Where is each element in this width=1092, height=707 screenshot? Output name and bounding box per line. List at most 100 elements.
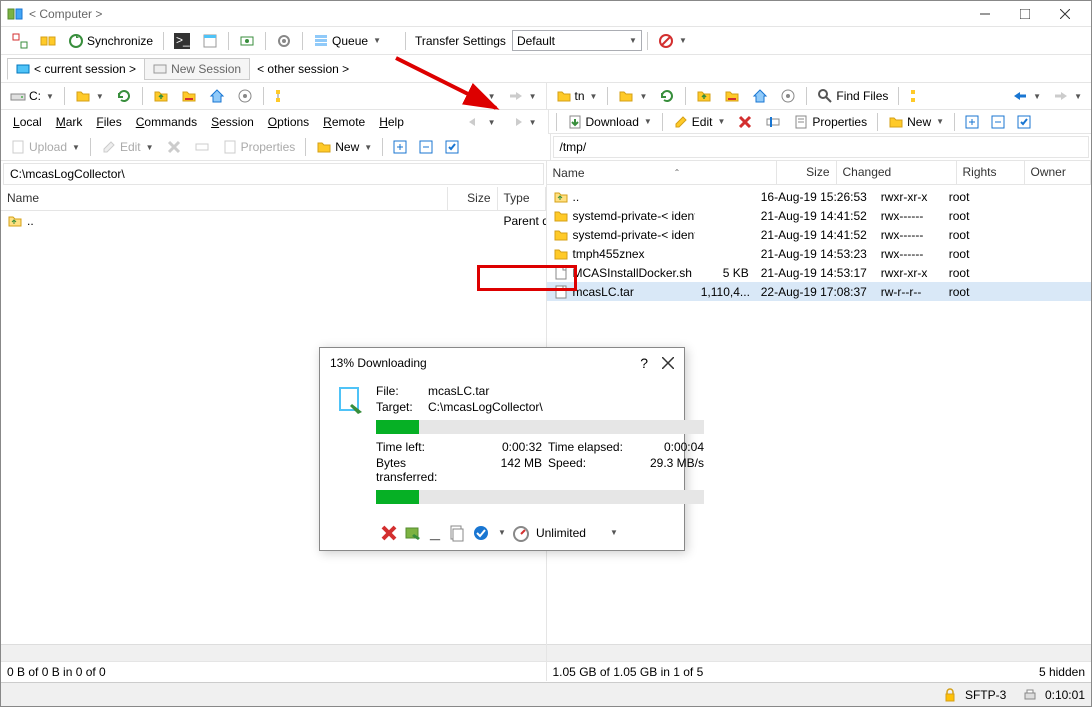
expand-icon[interactable]: [960, 111, 984, 133]
local-refresh-icon[interactable]: [111, 85, 137, 107]
minimize-button[interactable]: [965, 2, 1005, 26]
synchronize-label: Synchronize: [87, 34, 153, 48]
local-properties-button[interactable]: Properties: [217, 136, 301, 158]
file-changed: 21-Aug-19 14:41:52: [755, 227, 875, 243]
local-expand-icon[interactable]: [388, 136, 412, 158]
local-rename-icon[interactable]: [189, 136, 215, 158]
tab-other-session[interactable]: < other session >: [249, 58, 357, 80]
menu-help[interactable]: Help: [373, 113, 410, 131]
nav-back-icon[interactable]: ▼: [462, 111, 501, 133]
local-open-folder-icon[interactable]: ▼: [70, 85, 109, 107]
collapse-icon[interactable]: [986, 111, 1010, 133]
dialog-close-button[interactable]: [662, 357, 674, 369]
local-new-button[interactable]: New ▼: [311, 136, 377, 158]
local-back-icon[interactable]: ▼: [462, 85, 501, 107]
file-changed: 21-Aug-19 14:53:17: [755, 265, 875, 281]
remote-root-icon[interactable]: [719, 85, 745, 107]
synchronize-button[interactable]: Synchronize: [63, 30, 158, 52]
local-path-text: C:\mcasLogCollector\: [10, 167, 125, 181]
list-item[interactable]: mcasLC.tar1,110,4...22-Aug-19 17:08:37rw…: [547, 282, 1092, 301]
menu-local[interactable]: Local: [7, 113, 48, 131]
local-pathbar[interactable]: C:\mcasLogCollector\: [3, 163, 544, 185]
close-button[interactable]: [1045, 2, 1085, 26]
tab-current-session[interactable]: < current session >: [7, 58, 145, 80]
remote-rename-icon[interactable]: [760, 111, 786, 133]
menu-remote[interactable]: Remote: [317, 113, 371, 131]
svg-text:>_: >_: [176, 33, 190, 47]
remote-tree-icon[interactable]: [904, 85, 930, 107]
local-delete-icon[interactable]: [161, 136, 187, 158]
list-item[interactable]: .. Parent d: [1, 211, 546, 230]
remote-properties-button[interactable]: Properties: [788, 111, 872, 133]
find-files-button[interactable]: Find Files: [812, 85, 893, 107]
settings-icon[interactable]: [271, 30, 297, 52]
menu-commands[interactable]: Commands: [130, 113, 203, 131]
menu-mark[interactable]: Mark: [50, 113, 89, 131]
remote-col-rights[interactable]: Rights: [957, 161, 1025, 184]
dialog-target-value: C:\mcasLogCollector\: [428, 400, 704, 414]
remote-edit-button[interactable]: Edit ▼: [668, 111, 731, 133]
remote-col-owner[interactable]: Owner: [1025, 161, 1092, 184]
maximize-button[interactable]: [1005, 2, 1045, 26]
local-col-type[interactable]: Type: [498, 187, 546, 210]
remote-open-folder-icon[interactable]: ▼: [613, 85, 652, 107]
speed-limit-icon[interactable]: [512, 524, 530, 542]
transfer-mode-icon[interactable]: [472, 524, 490, 542]
local-drive-selector[interactable]: C: ▼: [5, 85, 59, 107]
local-bookmark-icon[interactable]: [232, 85, 258, 107]
cancel-transfer-icon[interactable]: [380, 524, 398, 542]
local-horizontal-scrollbar[interactable]: [1, 644, 546, 661]
disconnect-icon[interactable]: ▼: [653, 30, 692, 52]
list-item[interactable]: tmph455znex21-Aug-19 14:53:23rwx------ro…: [547, 244, 1092, 263]
explorer-icon[interactable]: [197, 30, 223, 52]
list-item[interactable]: ..16-Aug-19 15:26:53rwxr-xr-xroot: [547, 187, 1092, 206]
remote-parent-icon[interactable]: [691, 85, 717, 107]
list-item[interactable]: systemd-private-< identifier >...21-Aug-…: [547, 206, 1092, 225]
console-icon[interactable]: >_: [169, 30, 195, 52]
remote-refresh-icon[interactable]: [654, 85, 680, 107]
remote-pathbar[interactable]: /tmp/: [553, 136, 1090, 158]
remote-dir-selector[interactable]: tn ▼: [551, 85, 603, 107]
remote-col-name[interactable]: Name⌃: [547, 161, 777, 184]
menu-options[interactable]: Options: [262, 113, 315, 131]
local-forward-icon[interactable]: ▼: [503, 85, 542, 107]
list-item[interactable]: systemd-private-< identifier >...21-Aug-…: [547, 225, 1092, 244]
file-size: [695, 196, 755, 198]
local-home-icon[interactable]: [204, 85, 230, 107]
queue-button[interactable]: Queue ▼: [308, 30, 386, 52]
remote-horizontal-scrollbar[interactable]: [547, 644, 1092, 661]
local-col-size[interactable]: Size: [448, 187, 498, 210]
remote-bookmark-icon[interactable]: [775, 85, 801, 107]
remote-col-changed[interactable]: Changed: [837, 161, 957, 184]
copy-clipboard-icon[interactable]: [448, 524, 466, 542]
remote-forward-icon[interactable]: ▼: [1048, 85, 1087, 107]
download-button[interactable]: Download ▼: [562, 111, 657, 133]
remote-col-size[interactable]: Size: [777, 161, 837, 184]
local-collapse-icon[interactable]: [414, 136, 438, 158]
nav-forward-icon[interactable]: ▼: [503, 111, 542, 133]
remote-back-icon[interactable]: ▼: [1007, 85, 1046, 107]
remote-new-button[interactable]: New ▼: [883, 111, 949, 133]
local-col-name[interactable]: Name: [1, 187, 448, 210]
remote-delete-icon[interactable]: [732, 111, 758, 133]
local-root-icon[interactable]: [176, 85, 202, 107]
tab-new-session[interactable]: New Session: [144, 58, 250, 80]
local-select-all-icon[interactable]: [440, 136, 464, 158]
help-button[interactable]: ?: [640, 355, 648, 371]
transfer-settings-dropdown[interactable]: Default ▼: [512, 30, 642, 51]
remote-home-icon[interactable]: [747, 85, 773, 107]
putty-icon[interactable]: [234, 30, 260, 52]
compare-icon[interactable]: [7, 30, 33, 52]
menu-files[interactable]: Files: [90, 113, 127, 131]
parent-icon: [553, 189, 569, 205]
menu-session[interactable]: Session: [205, 113, 260, 131]
sync-browse-icon[interactable]: [35, 30, 61, 52]
select-all-icon[interactable]: [1012, 111, 1036, 133]
file-name: ..: [27, 214, 34, 228]
local-parent-icon[interactable]: [148, 85, 174, 107]
local-edit-button[interactable]: Edit ▼: [96, 136, 159, 158]
local-tree-icon[interactable]: [269, 85, 295, 107]
upload-button[interactable]: Upload ▼: [5, 136, 85, 158]
minimize-transfer-icon[interactable]: [404, 524, 422, 542]
list-item[interactable]: MCASInstallDocker.sh5 KB21-Aug-19 14:53:…: [547, 263, 1092, 282]
